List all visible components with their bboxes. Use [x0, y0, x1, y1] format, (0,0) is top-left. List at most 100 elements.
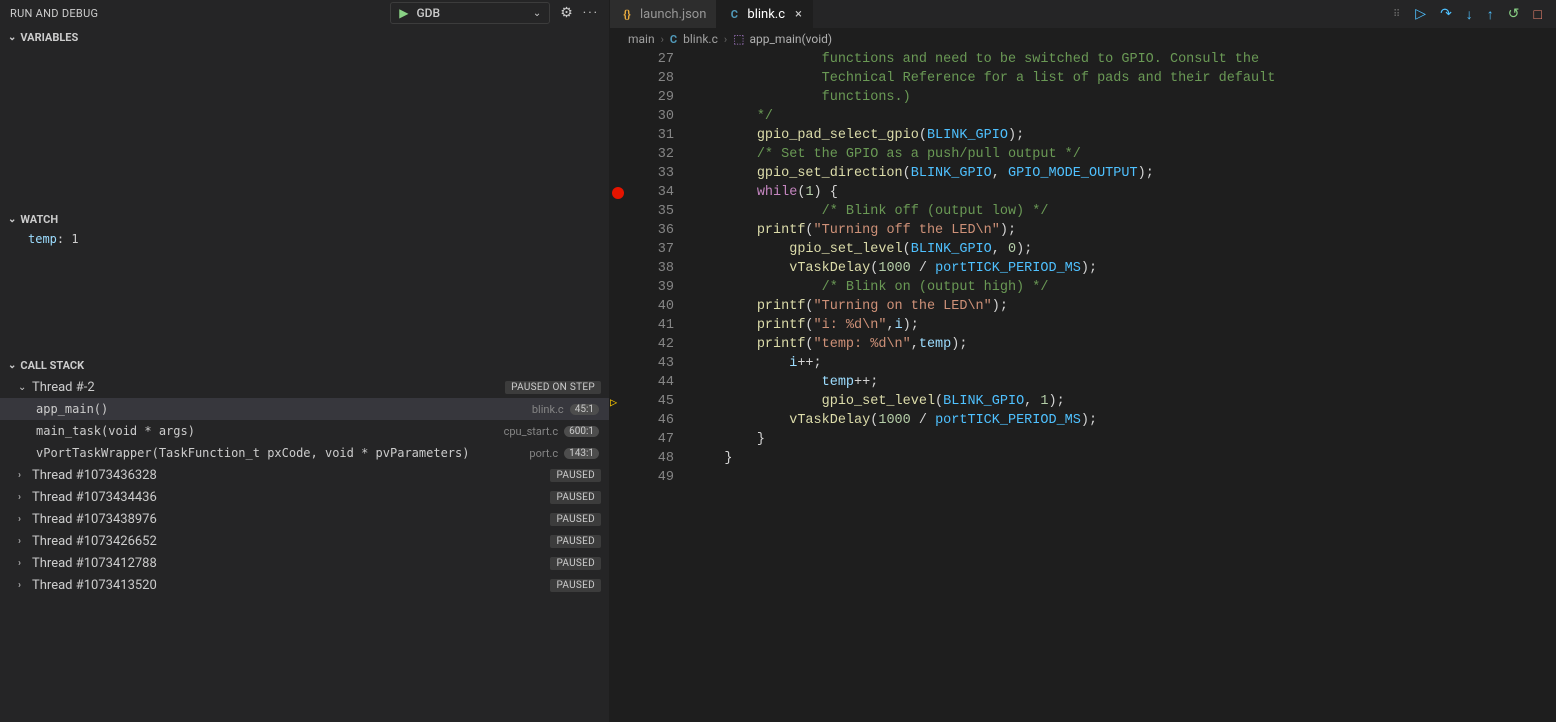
chevron-right-icon: ›: [18, 492, 28, 503]
chevron-right-icon: ›: [724, 33, 727, 46]
line-number[interactable]: 41: [626, 316, 674, 335]
line-number[interactable]: 48: [626, 449, 674, 468]
chevron-right-icon: ›: [18, 514, 28, 525]
code-line[interactable]: gpio_set_level(BLINK_GPIO, 0);: [692, 240, 1546, 259]
code-line[interactable]: i++;: [692, 354, 1546, 373]
thread-row-active[interactable]: ⌄ Thread #-2 PAUSED ON STEP: [0, 376, 609, 398]
line-number[interactable]: 40: [626, 297, 674, 316]
debug-sidebar: RUN AND DEBUG ▶ GDB ⌄ ⚙ ··· ⌄ VARIABLES …: [0, 0, 610, 722]
stop-button[interactable]: □: [1534, 6, 1542, 23]
code-line[interactable]: */: [692, 107, 1546, 126]
step-over-button[interactable]: ↷: [1440, 6, 1452, 22]
step-into-button[interactable]: ↓: [1466, 6, 1473, 23]
close-icon[interactable]: ×: [795, 7, 802, 22]
line-number[interactable]: 33: [626, 164, 674, 183]
thread-status-badge: PAUSED ON STEP: [505, 381, 601, 394]
callstack-section-header[interactable]: ⌄ CALL STACK: [0, 354, 609, 376]
stack-frame[interactable]: main_task(void * args)cpu_start.c600:1: [0, 420, 609, 442]
code-line[interactable]: gpio_pad_select_gpio(BLINK_GPIO);: [692, 126, 1546, 145]
variables-section-header[interactable]: ⌄ VARIABLES: [0, 26, 609, 48]
code-line[interactable]: /* Blink on (output high) */: [692, 278, 1546, 297]
stack-frame[interactable]: vPortTaskWrapper(TaskFunction_t pxCode, …: [0, 442, 609, 464]
continue-button[interactable]: ▷: [1415, 6, 1426, 22]
line-number[interactable]: 36: [626, 221, 674, 240]
code-line[interactable]: vTaskDelay(1000 / portTICK_PERIOD_MS);: [692, 411, 1546, 430]
thread-row[interactable]: ›Thread #1073434436PAUSED: [0, 486, 609, 508]
debug-config-dropdown[interactable]: ▶ GDB ⌄: [390, 2, 550, 24]
code-line[interactable]: gpio_set_direction(BLINK_GPIO, GPIO_MODE…: [692, 164, 1546, 183]
line-number[interactable]: 45: [626, 392, 674, 411]
line-number[interactable]: 27: [626, 50, 674, 69]
chevron-down-icon: ⌄: [533, 8, 541, 19]
tab-label: blink.c: [747, 7, 785, 22]
thread-row[interactable]: ›Thread #1073412788PAUSED: [0, 552, 609, 574]
run-debug-title: RUN AND DEBUG: [10, 7, 98, 20]
line-number[interactable]: 35: [626, 202, 674, 221]
line-number[interactable]: 44: [626, 373, 674, 392]
step-out-button[interactable]: ↑: [1487, 6, 1494, 23]
watch-item[interactable]: temp: 1: [0, 230, 609, 248]
code-line[interactable]: gpio_set_level(BLINK_GPIO, 1);: [692, 392, 1546, 411]
breakpoint-icon[interactable]: [612, 187, 624, 199]
breadcrumb-root[interactable]: main: [628, 32, 655, 46]
code-editor[interactable]: ▷ 27282930313233343536373839404142434445…: [610, 50, 1556, 722]
code-line[interactable]: }: [692, 449, 1546, 468]
stack-frame[interactable]: app_main()blink.c45:1: [0, 398, 609, 420]
code-line[interactable]: /* Set the GPIO as a push/pull output */: [692, 145, 1546, 164]
code-line[interactable]: while(1) {: [692, 183, 1546, 202]
watch-name: temp: [28, 232, 57, 246]
thread-row[interactable]: ›Thread #1073436328PAUSED: [0, 464, 609, 486]
line-number[interactable]: 29: [626, 88, 674, 107]
frame-name: vPortTaskWrapper(TaskFunction_t pxCode, …: [36, 446, 529, 460]
thread-row[interactable]: ›Thread #1073426652PAUSED: [0, 530, 609, 552]
editor-tab[interactable]: Cblink.c×: [717, 0, 813, 28]
code-line[interactable]: temp++;: [692, 373, 1546, 392]
line-number[interactable]: 30: [626, 107, 674, 126]
breadcrumb-symbol[interactable]: app_main(void): [750, 32, 833, 46]
line-number[interactable]: 46: [626, 411, 674, 430]
line-number[interactable]: 43: [626, 354, 674, 373]
code-line[interactable]: Technical Reference for a list of pads a…: [692, 69, 1546, 88]
line-number[interactable]: 28: [626, 69, 674, 88]
line-number[interactable]: 34: [626, 183, 674, 202]
breadcrumb-file[interactable]: blink.c: [683, 32, 718, 46]
thread-label: Thread #1073434436: [32, 490, 550, 505]
thread-row[interactable]: ›Thread #1073438976PAUSED: [0, 508, 609, 530]
code-line[interactable]: functions and need to be switched to GPI…: [692, 50, 1546, 69]
watch-section-header[interactable]: ⌄ WATCH: [0, 208, 609, 230]
function-icon: ⬚: [733, 32, 744, 46]
code-line[interactable]: printf("temp: %d\n",temp);: [692, 335, 1546, 354]
watch-title: WATCH: [20, 213, 58, 226]
more-icon[interactable]: ···: [583, 6, 599, 21]
line-number[interactable]: 38: [626, 259, 674, 278]
thread-label: Thread #-2: [32, 380, 505, 395]
line-number[interactable]: 31: [626, 126, 674, 145]
line-number[interactable]: 39: [626, 278, 674, 297]
grip-icon[interactable]: ⠿: [1393, 9, 1401, 20]
restart-button[interactable]: ↺: [1508, 6, 1520, 22]
line-number[interactable]: 42: [626, 335, 674, 354]
thread-row[interactable]: ›Thread #1073413520PAUSED: [0, 574, 609, 596]
callstack-area: ⌄ Thread #-2 PAUSED ON STEP app_main()bl…: [0, 376, 609, 722]
line-number[interactable]: 47: [626, 430, 674, 449]
code-line[interactable]: printf("Turning on the LED\n");: [692, 297, 1546, 316]
code-line[interactable]: /* Blink off (output low) */: [692, 202, 1546, 221]
code-line[interactable]: vTaskDelay(1000 / portTICK_PERIOD_MS);: [692, 259, 1546, 278]
code-line[interactable]: printf("Turning off the LED\n");: [692, 221, 1546, 240]
line-number[interactable]: 32: [626, 145, 674, 164]
line-number[interactable]: 49: [626, 468, 674, 487]
json-file-icon: {}: [620, 7, 634, 21]
thread-status-badge: PAUSED: [550, 513, 601, 526]
run-debug-header: RUN AND DEBUG ▶ GDB ⌄ ⚙ ···: [0, 0, 609, 26]
code-line[interactable]: }: [692, 430, 1546, 449]
code-line[interactable]: functions.): [692, 88, 1546, 107]
frame-name: app_main(): [36, 402, 532, 416]
editor-tab[interactable]: {}launch.json: [610, 0, 717, 28]
thread-status-badge: PAUSED: [550, 535, 601, 548]
line-number[interactable]: 37: [626, 240, 674, 259]
start-debug-icon[interactable]: ▶: [399, 6, 408, 20]
gear-icon[interactable]: ⚙: [560, 5, 573, 21]
breadcrumb[interactable]: main › C blink.c › ⬚ app_main(void): [610, 28, 1556, 50]
code-line[interactable]: printf("i: %d\n",i);: [692, 316, 1546, 335]
code-line[interactable]: [692, 468, 1546, 487]
